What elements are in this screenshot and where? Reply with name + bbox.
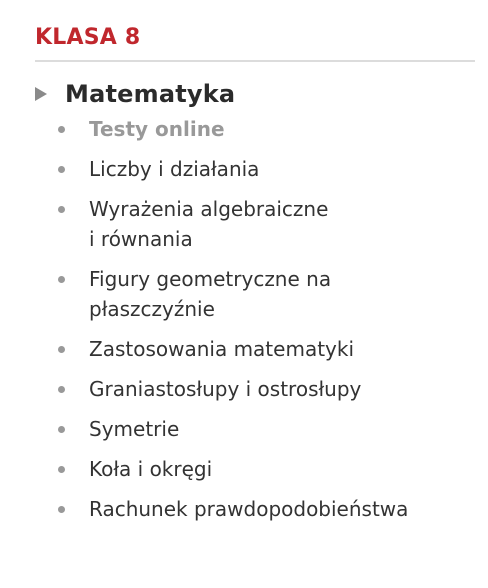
- bullet-icon: [58, 426, 65, 433]
- bullet-icon: [58, 126, 65, 133]
- topic-label[interactable]: Testy online: [89, 114, 476, 144]
- topic-item-figury-geometryczne[interactable]: Figury geometryczne na płaszczyźnie: [56, 264, 476, 324]
- topic-label[interactable]: Rachunek prawdopodobieństwa: [89, 494, 476, 524]
- bullet-icon: [58, 386, 65, 393]
- topic-item-zastosowania-matematyki[interactable]: Zastosowania matematyki: [56, 334, 476, 364]
- bullet-icon: [58, 466, 65, 473]
- topic-item-wyrazenia-algebraiczne[interactable]: Wyrażenia algebraiczne i równania: [56, 194, 476, 254]
- bullet-icon: [58, 346, 65, 353]
- subject-row[interactable]: Matematyka: [35, 78, 235, 110]
- bullet-icon: [58, 276, 65, 283]
- topic-label[interactable]: Liczby i działania: [89, 154, 476, 184]
- subject-title[interactable]: Matematyka: [65, 78, 235, 110]
- bullet-icon: [58, 166, 65, 173]
- class-heading: KLASA 8: [35, 25, 141, 50]
- topic-item-kola-i-okregi[interactable]: Koła i okręgi: [56, 454, 476, 484]
- topic-item-graniastoslupy[interactable]: Graniastosłupy i ostrosłupy: [56, 374, 476, 404]
- page: KLASA 8 Matematyka Testy online Liczby i…: [0, 0, 488, 588]
- divider: [35, 60, 475, 62]
- topic-label[interactable]: Figury geometryczne na płaszczyźnie: [89, 264, 476, 324]
- topic-label[interactable]: Wyrażenia algebraiczne i równania: [89, 194, 476, 254]
- topic-item-liczby-i-dzialania[interactable]: Liczby i działania: [56, 154, 476, 184]
- topic-list: Testy online Liczby i działania Wyrażeni…: [56, 114, 476, 534]
- topic-label[interactable]: Koła i okręgi: [89, 454, 476, 484]
- topic-label[interactable]: Symetrie: [89, 414, 476, 444]
- topic-label[interactable]: Graniastosłupy i ostrosłupy: [89, 374, 476, 404]
- topic-item-testy-online[interactable]: Testy online: [56, 114, 476, 144]
- bullet-icon: [58, 206, 65, 213]
- topic-item-rachunek-prawdopodobienstwa[interactable]: Rachunek prawdopodobieństwa: [56, 494, 476, 524]
- topic-label[interactable]: Zastosowania matematyki: [89, 334, 476, 364]
- triangle-right-icon[interactable]: [35, 87, 47, 101]
- topic-item-symetrie[interactable]: Symetrie: [56, 414, 476, 444]
- bullet-icon: [58, 506, 65, 513]
